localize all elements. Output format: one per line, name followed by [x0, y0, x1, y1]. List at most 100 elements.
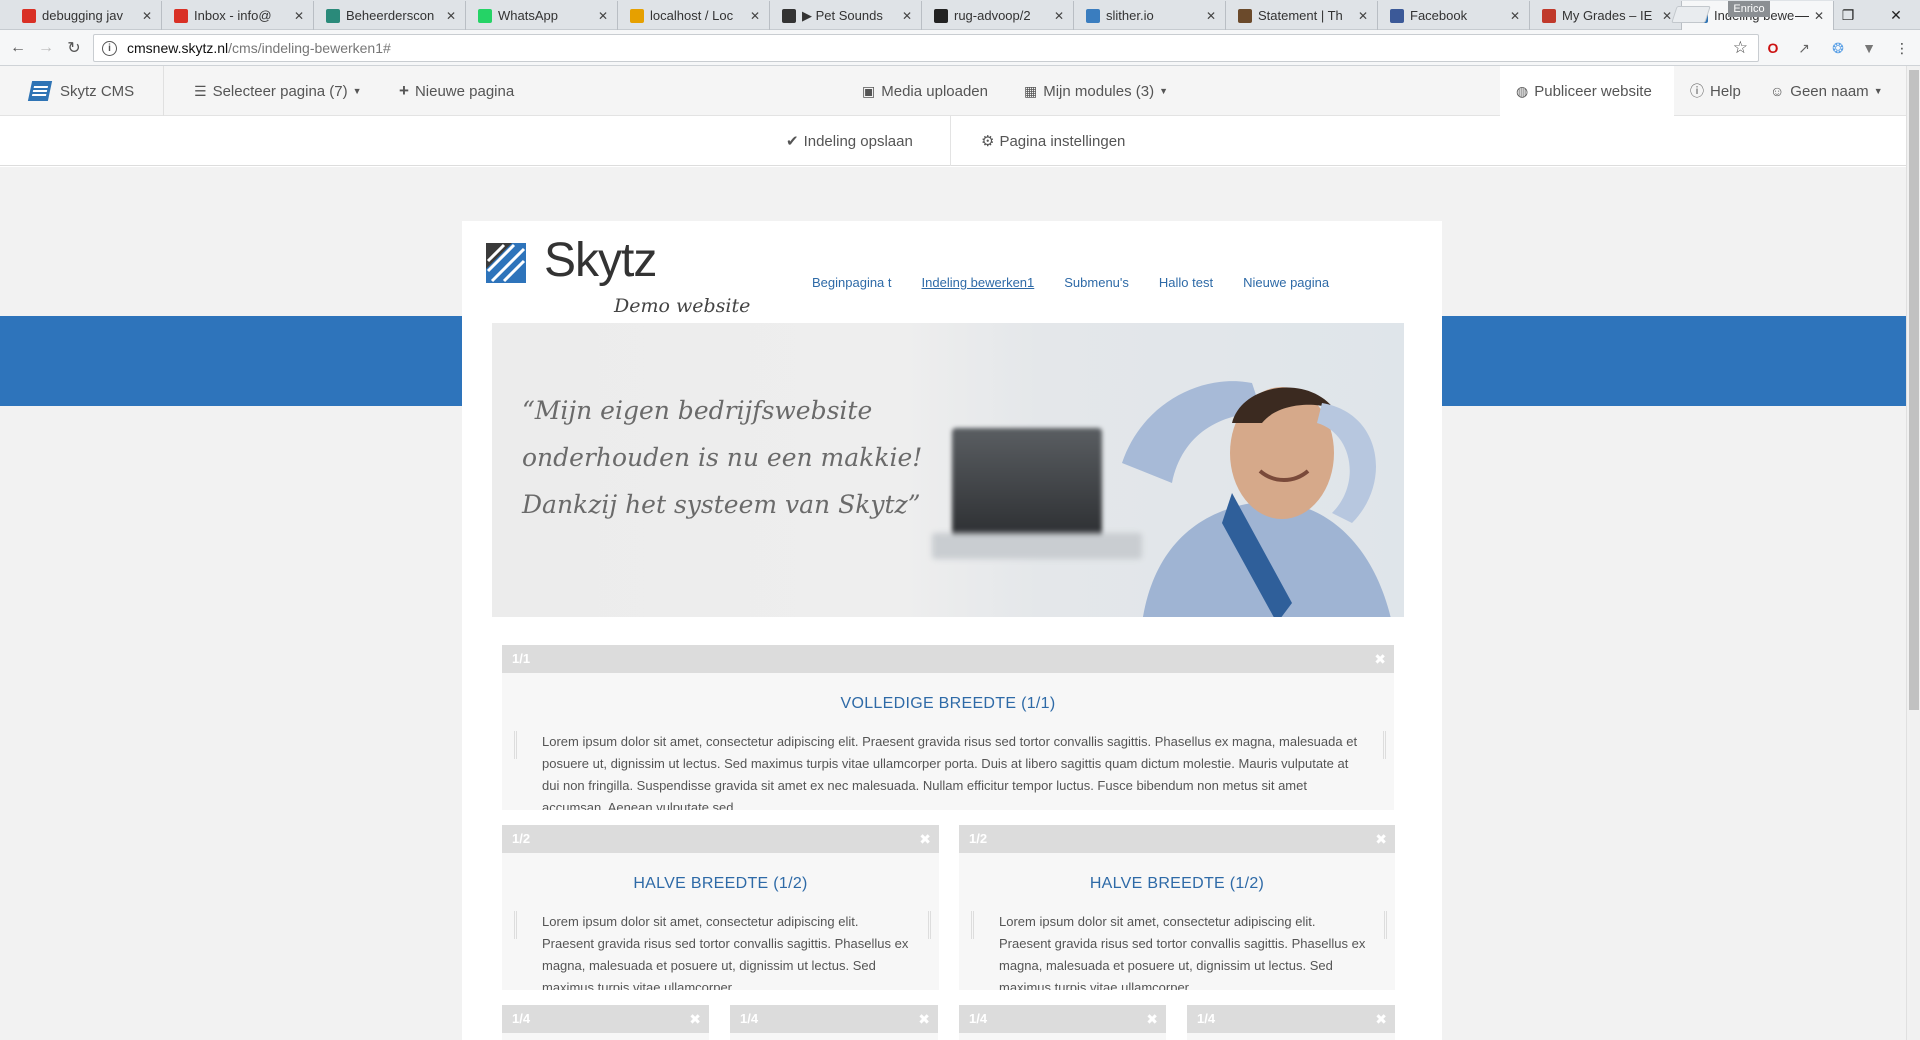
gmail-icon	[22, 8, 36, 23]
delete-block-icon[interactable]: ✖	[919, 825, 931, 853]
scrollbar-thumb[interactable]	[1909, 70, 1919, 710]
save-layout-label: Indeling opslaan	[803, 132, 913, 150]
browser-tab[interactable]: rug-advoop/2 ✕	[922, 1, 1074, 30]
browser-tab[interactable]: debugging jav ✕	[10, 1, 162, 30]
facebook-icon	[1390, 8, 1404, 23]
close-tab-icon[interactable]: ✕	[1509, 9, 1521, 23]
my-modules-dropdown[interactable]: ▦ Mijn modules (3) ▼	[1024, 66, 1168, 116]
page-settings-button[interactable]: ⚙ Pagina instellingen	[981, 116, 1125, 166]
block-text: Lorem ipsum dolor sit amet, consectetur …	[542, 914, 909, 990]
site-nav-item[interactable]: Submenu's	[1064, 275, 1129, 290]
close-tab-icon[interactable]: ✕	[293, 9, 305, 23]
delete-block-icon[interactable]: ✖	[1375, 1005, 1387, 1033]
resize-handle-left[interactable]	[514, 911, 517, 939]
browser-tab[interactable]: ▶ Pet Sounds ✕	[770, 1, 922, 30]
new-tab-button[interactable]	[1671, 6, 1711, 23]
new-page-label: Nieuwe pagina	[414, 82, 515, 100]
grades-icon	[1542, 8, 1556, 23]
resize-handle-right[interactable]	[928, 911, 931, 939]
user-icon: ☺	[1770, 83, 1785, 99]
block-header: 1/1 ✖	[502, 645, 1394, 673]
tab-title: Inbox - info@	[194, 8, 272, 23]
menu-icon[interactable]: ⋮	[1893, 39, 1911, 57]
skytz-logo-mark-icon	[486, 243, 526, 283]
browser-tab[interactable]: Beheerderscon ✕	[314, 1, 466, 30]
bookmark-star-icon[interactable]: ☆	[1733, 38, 1748, 58]
delete-block-icon[interactable]: ✖	[1374, 645, 1386, 673]
browser-tab[interactable]: Statement | Th ✕	[1226, 1, 1378, 30]
help-button[interactable]: ⓘ Help	[1690, 66, 1741, 116]
layout-block-quarter-4[interactable]: 1/4 ✖	[1187, 1005, 1395, 1040]
new-page-button[interactable]: + Nieuwe pagina	[399, 66, 514, 116]
media-upload-button[interactable]: ▣ Media uploaden	[862, 66, 988, 116]
block-header: 1/4 ✖	[502, 1005, 709, 1033]
tab-title: Beheerderscon	[346, 8, 435, 23]
block-title: VOLLEDIGE BREEDTE (1/1)	[840, 695, 1056, 712]
close-tab-icon[interactable]: ✕	[1205, 9, 1217, 23]
globe-extension-icon[interactable]: ❂	[1829, 39, 1847, 57]
site-info-icon[interactable]: i	[102, 40, 117, 56]
delete-block-icon[interactable]: ✖	[1146, 1005, 1158, 1033]
back-icon[interactable]: ←	[6, 36, 30, 60]
browser-tab[interactable]: My Grades – IE ✕	[1530, 1, 1682, 30]
tab-title: My Grades – IE	[1562, 8, 1653, 23]
vue-extension-icon[interactable]: ▼	[1860, 39, 1878, 57]
resize-handle-left[interactable]	[971, 911, 974, 939]
bolt-extension-icon[interactable]: ↗	[1795, 39, 1813, 57]
admin-icon	[326, 8, 340, 23]
close-tab-icon[interactable]: ✕	[901, 9, 913, 23]
minimize-icon[interactable]: —	[1780, 0, 1824, 30]
address-bar[interactable]: i cmsnew.skytz.nl/cms/indeling-bewerken1…	[93, 34, 1759, 62]
restore-icon[interactable]: ❐	[1826, 0, 1870, 30]
browser-tab[interactable]: Inbox - info@ ✕	[162, 1, 314, 30]
close-tab-icon[interactable]: ✕	[1357, 9, 1369, 23]
layout-block-full[interactable]: 1/1 ✖ VOLLEDIGE BREEDTE (1/1) Lorem ipsu…	[502, 645, 1394, 810]
browser-tab[interactable]: Facebook ✕	[1378, 1, 1530, 30]
forward-icon[interactable]: →	[34, 36, 58, 60]
layout-block-quarter-1[interactable]: 1/4 ✖	[502, 1005, 709, 1040]
browser-tab[interactable]: slither.io ✕	[1074, 1, 1226, 30]
close-tab-icon[interactable]: ✕	[749, 9, 761, 23]
help-label: Help	[1710, 82, 1741, 100]
site-nav-item[interactable]: Nieuwe pagina	[1243, 275, 1329, 290]
block-title: HALVE BREEDTE (1/2)	[633, 875, 808, 892]
page-scrollbar[interactable]	[1906, 66, 1920, 1040]
resize-handle-right[interactable]	[1383, 731, 1386, 759]
browser-tab[interactable]: localhost / Loc ✕	[618, 1, 770, 30]
gmail-icon	[174, 8, 188, 23]
site-nav-item[interactable]: Indeling bewerken1	[922, 275, 1035, 290]
browser-tab[interactable]: WhatsApp ✕	[466, 1, 618, 30]
block-title: HALVE BREEDTE (1/2)	[1089, 875, 1265, 892]
delete-block-icon[interactable]: ✖	[689, 1005, 701, 1033]
publish-website-button[interactable]: ◍ Publiceer website	[1516, 66, 1652, 116]
site-logo-text: Skytz	[544, 234, 657, 287]
layout-block-half-left[interactable]: 1/2 ✖ HALVE BREEDTE (1/2) Lorem ipsum do…	[502, 825, 939, 990]
tab-title: WhatsApp	[498, 8, 558, 23]
close-tab-icon[interactable]: ✕	[597, 9, 609, 23]
layout-block-quarter-3[interactable]: 1/4 ✖	[959, 1005, 1166, 1040]
layout-block-quarter-2[interactable]: 1/4 ✖	[730, 1005, 938, 1040]
resize-handle-right[interactable]	[1384, 911, 1387, 939]
site-nav-item[interactable]: Hallo test	[1159, 275, 1213, 290]
profile-button[interactable]: Enrico	[1728, 1, 1770, 17]
reload-icon[interactable]: ↻	[62, 36, 86, 60]
user-menu-dropdown[interactable]: ☺ Geen naam ▼	[1770, 66, 1883, 116]
layout-block-half-right[interactable]: 1/2 ✖ HALVE BREEDTE (1/2) Lorem ipsum do…	[959, 825, 1395, 990]
save-layout-button[interactable]: ✔ Indeling opslaan	[786, 116, 913, 166]
cms-brand[interactable]: Skytz CMS	[0, 66, 164, 116]
close-tab-icon[interactable]: ✕	[1053, 9, 1065, 23]
close-tab-icon[interactable]: ✕	[445, 9, 457, 23]
close-window-icon[interactable]: ✕	[1874, 0, 1918, 30]
resize-handle-left[interactable]	[514, 731, 517, 759]
site-nav-item[interactable]: Beginpagina t	[812, 275, 892, 290]
slither-icon	[1086, 8, 1100, 23]
close-tab-icon[interactable]: ✕	[141, 9, 153, 23]
delete-block-icon[interactable]: ✖	[918, 1005, 930, 1033]
delete-block-icon[interactable]: ✖	[1375, 825, 1387, 853]
cms-toolbar: Skytz CMS ☰ Selecteer pagina (7) ▼ + Nie…	[0, 66, 1906, 116]
opera-extension-icon[interactable]: O	[1764, 39, 1782, 57]
block-header: 1/2 ✖	[502, 825, 939, 853]
block-size-label: 1/2	[512, 831, 531, 846]
select-page-dropdown[interactable]: ☰ Selecteer pagina (7) ▼	[194, 66, 362, 116]
gear-icon: ⚙	[981, 133, 995, 150]
